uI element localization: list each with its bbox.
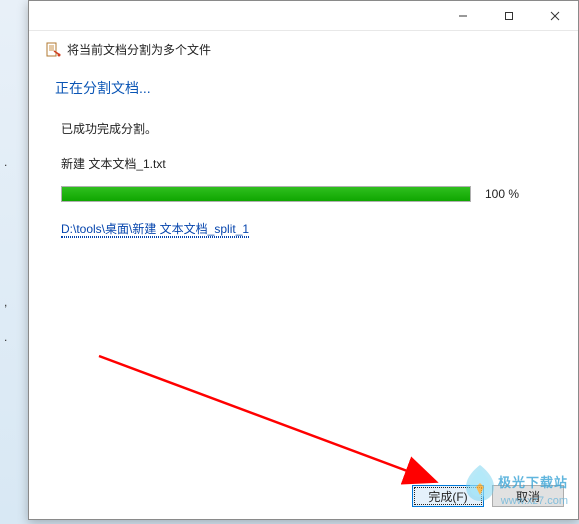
maximize-button[interactable] — [486, 1, 532, 31]
finish-button[interactable]: 完成(F) — [412, 485, 484, 507]
minimize-button[interactable] — [440, 1, 486, 31]
output-path-link[interactable]: D:\tools\桌面\新建 文本文档_split_1 — [61, 220, 249, 238]
background-fragment: . — [4, 155, 7, 169]
status-message: 已成功完成分割。 — [61, 120, 552, 137]
progress-fill — [62, 187, 470, 201]
close-button[interactable] — [532, 1, 578, 31]
titlebar — [29, 1, 578, 31]
dialog-header: 将当前文档分割为多个文件 — [29, 31, 578, 64]
progress-bar — [61, 186, 471, 202]
progress-heading: 正在分割文档... — [55, 78, 552, 98]
cancel-button[interactable]: 取消 — [492, 485, 564, 507]
document-split-icon — [45, 42, 61, 58]
background-fragment: , — [4, 295, 7, 309]
current-filename: 新建 文本文档_1.txt — [61, 155, 552, 172]
split-dialog: 将当前文档分割为多个文件 正在分割文档... 已成功完成分割。 新建 文本文档_… — [28, 0, 579, 520]
background-fragment: . — [4, 330, 7, 344]
progress-percent-label: 100 % — [485, 187, 519, 201]
dialog-subtitle: 将当前文档分割为多个文件 — [67, 41, 211, 58]
annotation-arrow — [89, 346, 459, 496]
